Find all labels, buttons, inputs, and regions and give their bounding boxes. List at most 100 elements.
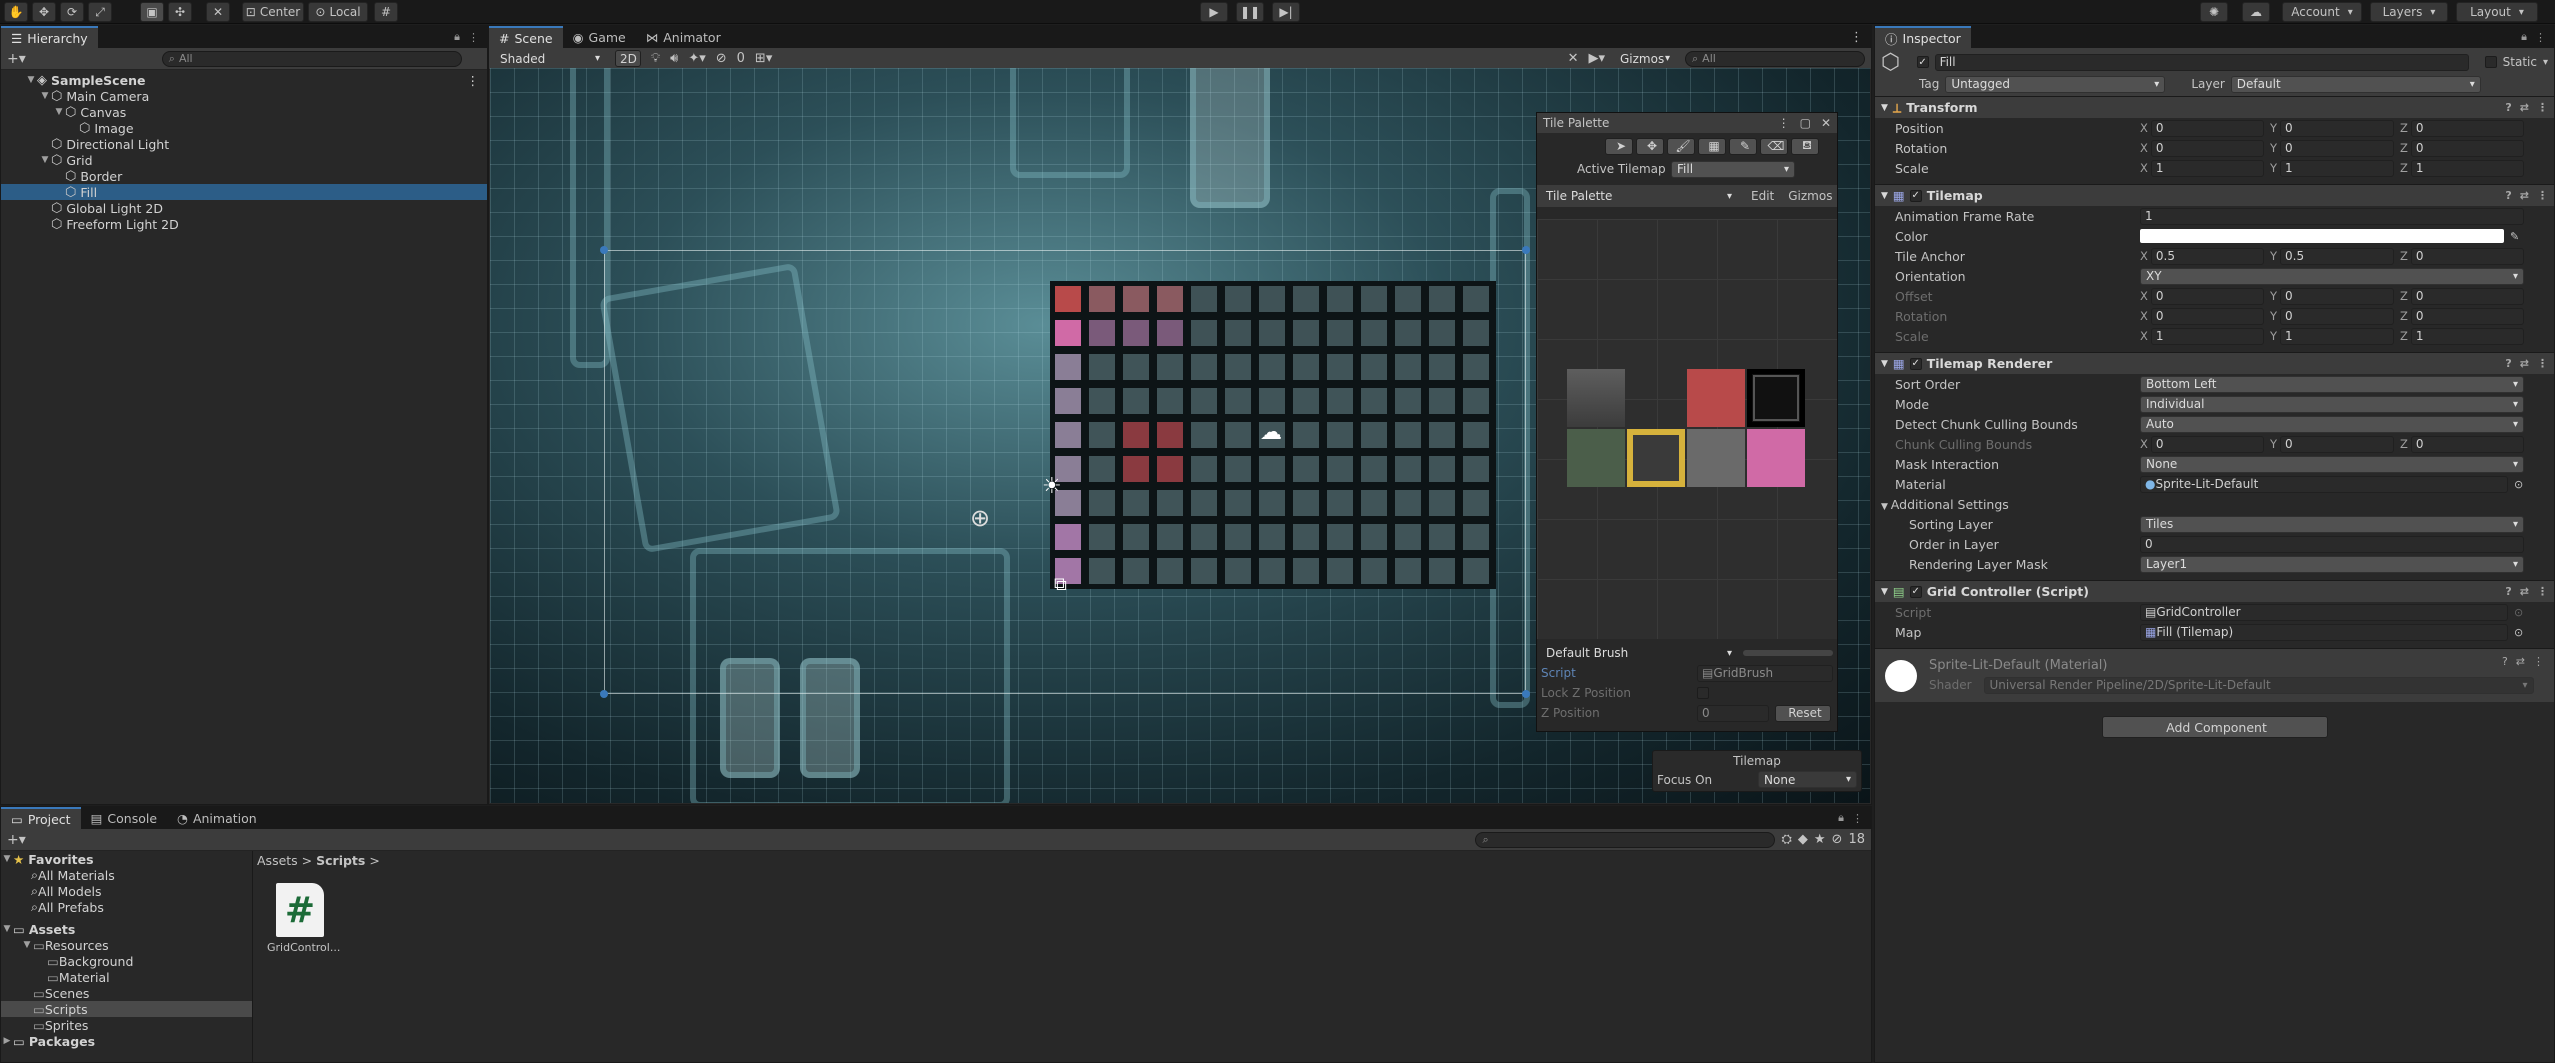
tile-cell[interactable] [1121, 318, 1151, 348]
order-in-layer-field[interactable]: 0 [2140, 535, 2524, 553]
tile-cell[interactable] [1461, 352, 1491, 382]
palette-tile[interactable] [1747, 429, 1805, 487]
tile-cell[interactable] [1189, 420, 1219, 450]
tile-cell[interactable] [1461, 488, 1491, 518]
add-component-button[interactable]: Add Component [2101, 716, 2328, 738]
focus-on-dropdown[interactable]: None [1758, 771, 1857, 788]
tile-cell[interactable] [1359, 284, 1389, 314]
maximize-icon[interactable]: ▢ [1800, 116, 1811, 130]
tile-cell[interactable] [1359, 454, 1389, 484]
rect-handle[interactable] [1522, 690, 1530, 698]
position-x-field[interactable]: 0 [2150, 119, 2264, 137]
eyedropper-icon[interactable]: ✎ [2510, 230, 2519, 243]
tab-animator[interactable]: ⋈ Animator [636, 26, 731, 48]
more-options-icon[interactable]: ⋮ [2533, 655, 2544, 668]
rect-handle[interactable] [600, 246, 608, 254]
gizmos-button[interactable]: Gizmos [1788, 189, 1832, 203]
sort-order-dropdown[interactable]: Bottom Left [2140, 375, 2524, 393]
help-icon[interactable]: ? [2505, 189, 2511, 202]
expand-arrow-icon[interactable]: ▼ [25, 75, 37, 85]
mask-interaction-dropdown[interactable]: None [2140, 455, 2524, 473]
cloud-icon[interactable]: ☁ [2242, 2, 2270, 22]
tile-cell[interactable] [1291, 284, 1321, 314]
tile-cell[interactable] [1121, 420, 1151, 450]
z-position-field[interactable]: 0 [1697, 704, 1769, 722]
tile-cell[interactable] [1291, 522, 1321, 552]
tile-cell[interactable] [1121, 556, 1151, 586]
hierarchy-item[interactable]: ▼ ◈ SampleScene ⋮ [1, 72, 487, 88]
tile-cell[interactable] [1223, 420, 1253, 450]
tile-cell[interactable] [1427, 488, 1457, 518]
tile-cell[interactable] [1427, 352, 1457, 382]
tile-cell[interactable] [1427, 556, 1457, 586]
tile-cell[interactable] [1427, 420, 1457, 450]
preset-icon[interactable]: ⇄ [2520, 101, 2529, 114]
hierarchy-item[interactable]: ▼ ⬡ Grid [1, 152, 487, 168]
favorite-star-icon[interactable]: ★ [1814, 832, 1826, 847]
tile-cell[interactable] [1257, 352, 1287, 382]
tile-cell[interactable] [1393, 318, 1423, 348]
breadcrumb-assets[interactable]: Assets [257, 853, 298, 868]
brush-splitter[interactable] [1743, 650, 1833, 656]
palette-tile[interactable] [1687, 429, 1745, 487]
tile-cell[interactable] [1053, 352, 1083, 382]
lock-icon[interactable]: 🔒︎ [1838, 811, 1844, 825]
tilemap-enabled-checkbox[interactable]: ✓ [1909, 189, 1922, 202]
scene-search-input[interactable]: ⌕ All [1685, 50, 1865, 67]
tile-cell[interactable] [1461, 522, 1491, 552]
tile-cell[interactable] [1189, 318, 1219, 348]
more-options-icon[interactable]: ⋮ [1852, 812, 1863, 825]
rotation-z-field[interactable]: 0 [2410, 139, 2524, 157]
rotate-tool-icon[interactable]: ⟳ [60, 2, 84, 22]
chevron-down-icon[interactable]: ▾ [2543, 57, 2548, 68]
tile-cell[interactable] [1325, 488, 1355, 518]
tile-cell[interactable] [1359, 522, 1389, 552]
expand-arrow-icon[interactable]: ▼ [53, 107, 65, 117]
position-y-field[interactable]: 0 [2280, 119, 2394, 137]
tile-cell[interactable] [1291, 420, 1321, 450]
tile-cell[interactable] [1325, 454, 1355, 484]
edit-button[interactable]: Edit [1751, 189, 1774, 203]
fx-icon[interactable]: ✦▾ [688, 51, 705, 66]
favorites-node[interactable]: ▼ ★ Favorites [1, 851, 252, 867]
add-icon[interactable]: +▾ [7, 832, 26, 848]
assets-node[interactable]: ▼ ▭ Assets [1, 921, 252, 937]
tile-cell[interactable] [1427, 386, 1457, 416]
tile-cell[interactable] [1257, 386, 1287, 416]
active-checkbox[interactable]: ✓ [1916, 56, 1929, 68]
expand-arrow-icon[interactable]: ▼ [39, 91, 51, 101]
expand-arrow-icon[interactable]: ▼ [39, 155, 51, 165]
object-picker-icon[interactable]: ⊙ [2514, 478, 2523, 491]
folder-item[interactable]: ▭ Scripts [1, 1001, 252, 1017]
scale-tool-icon[interactable]: ⤢ [88, 2, 112, 22]
move-tool-icon[interactable]: ✥ [32, 2, 56, 22]
tile-cell[interactable] [1121, 454, 1151, 484]
static-checkbox[interactable] [2484, 56, 2497, 68]
tile-cell[interactable] [1189, 488, 1219, 518]
hierarchy-item[interactable]: ▼ ⬡ Canvas [1, 104, 487, 120]
tile-cell[interactable] [1461, 556, 1491, 586]
hidden-packages-icon[interactable]: ⊘ [1832, 832, 1843, 847]
tile-cell[interactable] [1053, 420, 1083, 450]
tile-cell[interactable] [1155, 488, 1185, 518]
object-name-input[interactable]: Fill [1934, 53, 2469, 71]
position-z-field[interactable]: 0 [2410, 119, 2524, 137]
tile-cell[interactable] [1291, 318, 1321, 348]
visibility-icon[interactable]: ⊘ [716, 51, 727, 66]
tilemap-renderer-header[interactable]: ▼ ▦ ✓ Tilemap Renderer ? ⇄ ⋮ [1875, 352, 2554, 374]
tile-cell[interactable] [1087, 386, 1117, 416]
scale-z-field[interactable]: 1 [2410, 159, 2524, 177]
tile-cell[interactable] [1461, 318, 1491, 348]
more-options-icon[interactable]: ⋮ [2535, 31, 2546, 44]
eraser-tool-icon[interactable]: ⌫ [1760, 137, 1788, 155]
tile-cell[interactable] [1155, 522, 1185, 552]
tools-icon[interactable]: ✕ [1568, 51, 1579, 66]
tile-cell[interactable] [1393, 488, 1423, 518]
hierarchy-item[interactable]: ⬡ Global Light 2D [1, 200, 487, 216]
sorting-layer-dropdown[interactable]: Tiles [2140, 515, 2524, 533]
tile-cell[interactable] [1087, 488, 1117, 518]
folder-item[interactable]: ▭ Scenes [1, 985, 252, 1001]
transform-tool-icon[interactable]: ✣ [168, 2, 192, 22]
favorite-item[interactable]: ⌕ All Models [1, 883, 252, 899]
mode-dropdown[interactable]: Individual [2140, 395, 2524, 413]
